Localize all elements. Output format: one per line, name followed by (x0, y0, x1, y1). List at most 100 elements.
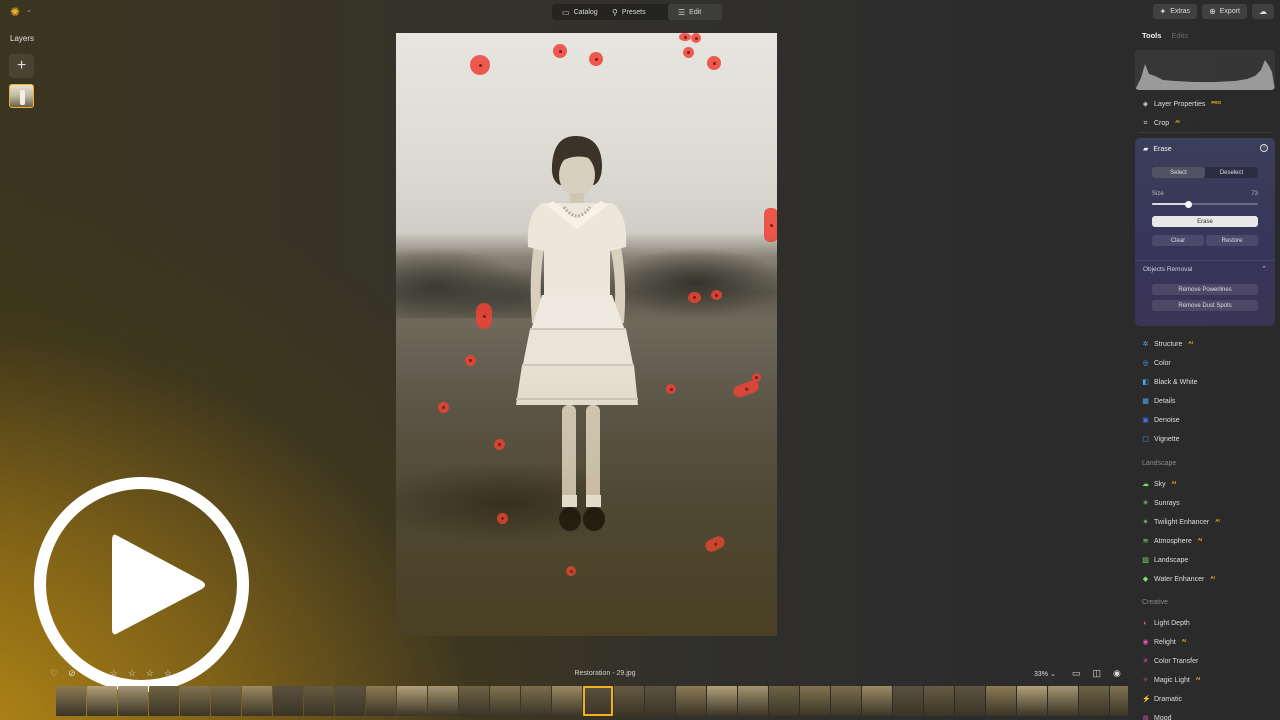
tool-sky[interactable]: ☁ Sky AI (1142, 478, 1176, 490)
tool-layer-properties[interactable]: ◈ Layer Properties PRO (1142, 98, 1221, 110)
filmstrip-thumbnail[interactable] (1048, 686, 1078, 716)
filmstrip-thumbnail[interactable] (87, 686, 117, 716)
tool-details[interactable]: ▦ Details (1142, 395, 1175, 407)
erase-marker[interactable] (553, 44, 567, 58)
filmstrip-thumbnail[interactable] (335, 686, 365, 716)
star-icon[interactable]: ☆ (110, 668, 118, 679)
filmstrip-thumbnail[interactable] (521, 686, 551, 716)
filmstrip-thumbnail[interactable] (893, 686, 923, 716)
filmstrip-thumbnail[interactable] (304, 686, 334, 716)
tool-magic-light[interactable]: ✧ Magic Light AI (1142, 674, 1201, 686)
filmstrip-thumbnail[interactable] (583, 686, 613, 716)
photo-canvas[interactable] (396, 33, 777, 636)
chevron-up-icon[interactable]: ⌃ (1261, 265, 1267, 273)
clear-button[interactable]: Clear (1152, 235, 1204, 246)
export-button[interactable]: ⊕ Export (1202, 4, 1247, 19)
filmstrip-thumbnail[interactable] (490, 686, 520, 716)
filmstrip-thumbnail[interactable] (180, 686, 210, 716)
erase-marker[interactable] (707, 56, 721, 70)
play-button[interactable] (34, 477, 249, 692)
tool-landscape[interactable]: ▨ Landscape (1142, 554, 1188, 566)
erase-marker[interactable] (494, 439, 505, 450)
erase-marker[interactable] (764, 208, 777, 242)
filmstrip-thumbnail[interactable] (738, 686, 768, 716)
filmstrip-thumbnail[interactable] (118, 686, 148, 716)
filmstrip-thumbnail[interactable] (1110, 686, 1128, 716)
erase-header[interactable]: ▰ Erase (1143, 145, 1172, 154)
restore-button[interactable]: Restore (1206, 235, 1258, 246)
filmstrip-thumbnail[interactable] (831, 686, 861, 716)
filmstrip[interactable] (56, 686, 1128, 716)
erase-marker[interactable] (589, 52, 603, 66)
erase-marker[interactable] (438, 402, 449, 413)
extras-button[interactable]: ✦ Extras (1152, 4, 1198, 19)
tab-tools[interactable]: Tools (1142, 31, 1161, 40)
tool-light-depth[interactable]: ◐ Light Depth (1142, 617, 1189, 629)
objects-removal-header[interactable]: Objects Removal (1143, 266, 1193, 273)
reject-icon[interactable]: ⊘ (68, 668, 76, 679)
filmstrip-thumbnail[interactable] (645, 686, 675, 716)
erase-marker[interactable] (711, 290, 722, 300)
tab-catalog[interactable]: ▭ Catalog (552, 4, 602, 20)
deselect-button[interactable]: Deselect (1205, 167, 1258, 178)
filmstrip-thumbnail[interactable] (211, 686, 241, 716)
filmstrip-thumbnail[interactable] (862, 686, 892, 716)
compare-icon[interactable]: ◫ (1093, 668, 1102, 679)
filmstrip-thumbnail[interactable] (955, 686, 985, 716)
tool-mood[interactable]: ◍ Mood (1142, 712, 1171, 720)
erase-marker[interactable] (688, 292, 701, 303)
heart-icon[interactable]: ♡ (50, 668, 58, 679)
size-slider[interactable] (1152, 200, 1258, 208)
tool-crop[interactable]: ⌗ Crop AI (1142, 117, 1180, 129)
erase-marker[interactable] (566, 566, 576, 576)
tool-black-white[interactable]: ◧ Black & White (1142, 376, 1197, 388)
filmstrip-thumbnail[interactable] (552, 686, 582, 716)
erase-marker[interactable] (691, 33, 701, 43)
erase-marker[interactable] (497, 513, 508, 524)
layer-thumbnail[interactable] (9, 84, 34, 108)
star-icon[interactable]: ☆ (146, 668, 154, 679)
tool-sunrays[interactable]: ✳ Sunrays (1142, 497, 1180, 509)
filmstrip-thumbnail[interactable] (707, 686, 737, 716)
tool-relight[interactable]: ◉ Relight AI (1142, 636, 1186, 648)
erase-marker[interactable] (470, 55, 490, 75)
tool-color[interactable]: ◎ Color (1142, 357, 1170, 369)
filmstrip-thumbnail[interactable] (1017, 686, 1047, 716)
filmstrip-toggle-icon[interactable]: ▭ (1072, 668, 1081, 679)
filmstrip-thumbnail[interactable] (149, 686, 179, 716)
select-button[interactable]: Select (1152, 167, 1205, 178)
filmstrip-thumbnail[interactable] (397, 686, 427, 716)
tab-edits[interactable]: Edits (1171, 31, 1188, 40)
tool-water-enhancer[interactable]: ◆ Water Enhancer AI (1142, 573, 1215, 585)
filmstrip-thumbnail[interactable] (56, 686, 86, 716)
size-slider-handle[interactable] (1184, 200, 1192, 208)
erase-marker[interactable] (752, 373, 761, 382)
filmstrip-thumbnail[interactable] (428, 686, 458, 716)
erase-button[interactable]: Erase (1152, 216, 1258, 227)
filmstrip-thumbnail[interactable] (924, 686, 954, 716)
star-icon[interactable]: ☆ (164, 668, 172, 679)
tab-edit[interactable]: ☰ Edit (668, 4, 722, 20)
filmstrip-thumbnail[interactable] (1079, 686, 1109, 716)
tab-presets[interactable]: ⚲ Presets (602, 4, 654, 20)
info-icon[interactable]: i (1260, 144, 1268, 152)
tool-atmosphere[interactable]: ≋ Atmosphere AI (1142, 535, 1203, 547)
tool-twilight-enhancer[interactable]: ✴ Twilight Enhancer AI (1142, 516, 1220, 528)
cloud-button[interactable]: ☁ (1252, 4, 1274, 19)
add-layer-button[interactable]: + (9, 54, 34, 78)
erase-marker[interactable] (679, 33, 691, 41)
erase-marker[interactable] (465, 355, 476, 366)
filmstrip-thumbnail[interactable] (459, 686, 489, 716)
remove-dust-spots-button[interactable]: Remove Dust Spots (1152, 300, 1258, 311)
eye-icon[interactable]: ◉ (1113, 668, 1121, 679)
star-icon[interactable]: ☆ (128, 668, 136, 679)
tool-structure[interactable]: ✲ Structure AI (1142, 338, 1193, 350)
erase-marker[interactable] (666, 384, 676, 394)
filmstrip-thumbnail[interactable] (676, 686, 706, 716)
filmstrip-thumbnail[interactable] (242, 686, 272, 716)
erase-marker[interactable] (683, 47, 694, 58)
filmstrip-thumbnail[interactable] (614, 686, 644, 716)
filmstrip-thumbnail[interactable] (769, 686, 799, 716)
tool-dramatic[interactable]: ⚡ Dramatic (1142, 693, 1182, 705)
tool-color-transfer[interactable]: ✕ Color Transfer (1142, 655, 1199, 667)
